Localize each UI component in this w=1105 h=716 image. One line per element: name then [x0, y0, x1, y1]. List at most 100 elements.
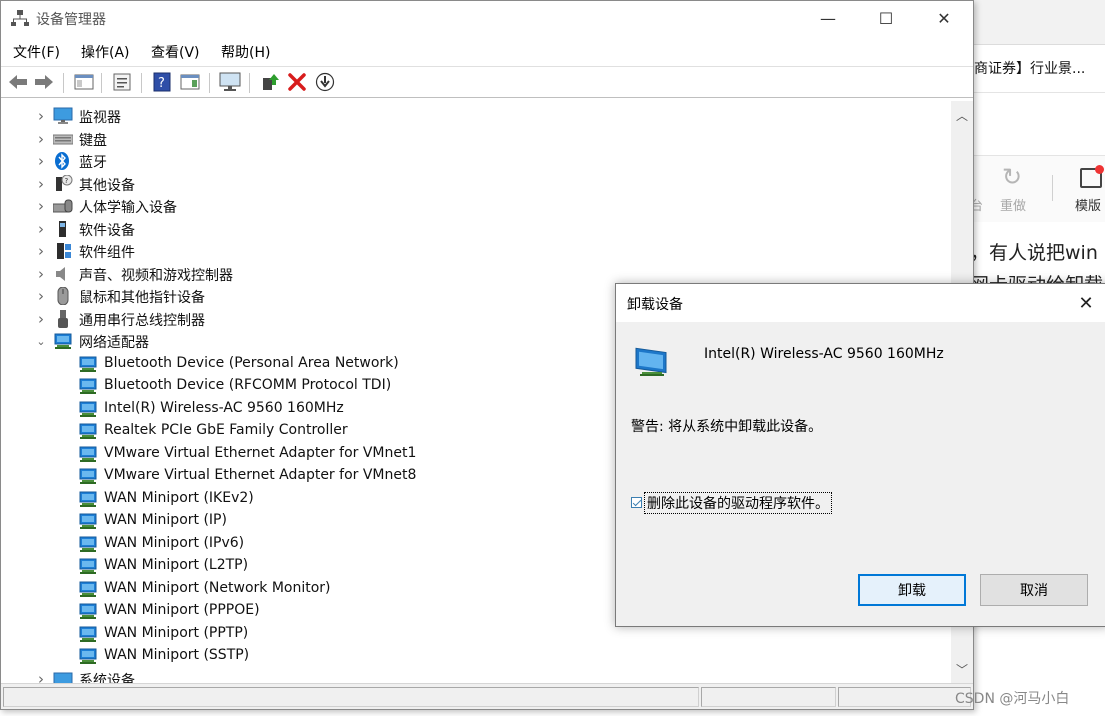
dialog-body: Intel(R) Wireless-AC 9560 160MHz 警告: 将从系… — [616, 322, 1105, 626]
tree-item-label: 网络适配器 — [79, 335, 149, 351]
network-adapter-icon — [78, 602, 98, 620]
tree-item-label: 蓝牙 — [79, 155, 107, 171]
notification-badge — [1095, 165, 1104, 174]
delete-driver-checkbox-label[interactable]: 删除此设备的驱动程序软件。 — [644, 492, 832, 514]
network-adapter-icon — [78, 355, 98, 373]
tree-item-label: 人体学输入设备 — [79, 200, 177, 216]
chevron-right-icon[interactable]: › — [35, 195, 47, 217]
tree-item-label: 鼠标和其他指针设备 — [79, 290, 205, 306]
keyboard-icon — [52, 130, 74, 148]
menu-help[interactable]: 帮助(H) — [221, 42, 270, 62]
toolbar-separator — [209, 73, 210, 93]
back-icon[interactable] — [7, 71, 29, 93]
toolbar-separator — [141, 73, 142, 93]
svg-text:?: ? — [65, 177, 69, 185]
speaker-icon — [53, 265, 73, 283]
monitor-icon[interactable] — [219, 71, 241, 93]
network-adapter-icon — [78, 557, 98, 575]
tree-device-item[interactable]: WAN Miniport (SSTP) — [3, 645, 943, 667]
tree-category-item[interactable]: › 声音、视频和游戏控制器 — [3, 263, 943, 285]
tree-item-label: 声音、视频和游戏控制器 — [79, 267, 233, 284]
network-adapter-icon — [78, 490, 98, 508]
tree-category-item[interactable]: › 监视器 — [3, 105, 943, 127]
svg-text:?: ? — [158, 76, 165, 91]
title-bar[interactable]: 设备管理器 — ☐ ✕ — [1, 1, 973, 35]
tree-category-item[interactable]: › 蓝牙 — [3, 150, 943, 172]
help-icon[interactable]: ? — [151, 71, 173, 93]
menu-file[interactable]: 文件(F) — [13, 42, 60, 62]
mouse-icon — [53, 286, 73, 306]
network-adapter-icon — [53, 332, 73, 350]
menu-view[interactable]: 查看(V) — [151, 42, 200, 62]
redo-icon[interactable]: ↻ — [1002, 163, 1022, 191]
chevron-right-icon[interactable]: › — [35, 173, 47, 195]
network-adapter-icon — [78, 535, 98, 553]
scroll-down-arrow-icon[interactable]: ﹀ — [956, 661, 968, 678]
browser-tab-title[interactable]: 商证券】行业景... — [974, 58, 1085, 78]
minimize-button[interactable]: — — [805, 1, 851, 35]
bluetooth-icon — [53, 152, 73, 170]
tree-category-item[interactable]: › 软件设备 — [3, 218, 943, 240]
action-pane-icon[interactable] — [179, 71, 201, 93]
chevron-right-icon[interactable]: › — [35, 668, 47, 684]
network-adapter-icon — [78, 445, 98, 463]
update-driver-icon[interactable] — [259, 71, 281, 93]
show-hide-console-tree-icon[interactable] — [73, 71, 95, 93]
tree-category-item[interactable]: › 系统设备 — [3, 668, 943, 684]
chevron-down-icon[interactable]: ⌄ — [35, 330, 47, 352]
network-adapter-icon — [78, 400, 98, 418]
toolbar-separator — [1052, 175, 1053, 201]
toolbar-separator — [63, 73, 64, 93]
chevron-right-icon[interactable]: › — [35, 128, 47, 150]
tree-item-label: WAN Miniport (PPTP) — [104, 624, 249, 641]
redo-button-label[interactable]: 重做 — [1000, 195, 1026, 214]
chevron-right-icon[interactable]: › — [35, 263, 47, 285]
status-cell — [701, 687, 836, 707]
divider — [970, 44, 1105, 45]
chevron-right-icon[interactable]: › — [35, 285, 47, 307]
tree-category-item[interactable]: › 键盘 — [3, 128, 943, 150]
monitor-icon — [53, 107, 73, 125]
status-cell — [3, 687, 699, 707]
tree-item-label: WAN Miniport (IPv6) — [104, 534, 245, 551]
properties-icon[interactable] — [111, 71, 133, 93]
close-button[interactable]: ✕ — [921, 1, 967, 35]
software-device-icon — [53, 220, 73, 238]
device-manager-app-icon — [11, 10, 29, 26]
delete-driver-checkbox[interactable] — [631, 497, 642, 508]
close-icon[interactable]: ✕ — [1066, 288, 1105, 318]
window-title: 设备管理器 — [36, 12, 106, 28]
network-adapter-icon — [635, 347, 667, 376]
tree-category-item[interactable]: ›? 其他设备 — [3, 173, 943, 195]
chevron-right-icon[interactable]: › — [35, 308, 47, 330]
browser-tab-strip — [970, 0, 1105, 44]
network-adapter-icon — [78, 580, 98, 598]
template-button-label[interactable]: 模版 — [1075, 195, 1101, 214]
network-adapter-icon — [78, 377, 98, 395]
dialog-title-bar[interactable]: 卸载设备 ✕ — [616, 284, 1105, 322]
tree-item-label: 软件设备 — [79, 222, 135, 239]
chevron-right-icon[interactable]: › — [35, 105, 47, 127]
cancel-button[interactable]: 取消 — [980, 574, 1088, 606]
download-icon[interactable] — [314, 71, 336, 93]
uninstall-device-dialog: 卸载设备 ✕ Intel(R) Wireless-AC 9560 160MHz … — [615, 283, 1105, 627]
network-adapter-icon — [78, 467, 98, 485]
tree-item-label: Bluetooth Device (Personal Area Network) — [104, 354, 399, 371]
forward-icon[interactable] — [33, 71, 55, 93]
tree-item-label: WAN Miniport (IKEv2) — [104, 489, 254, 506]
chevron-right-icon[interactable]: › — [35, 240, 47, 262]
tree-category-item[interactable]: › 人体学输入设备 — [3, 195, 943, 217]
maximize-button[interactable]: ☐ — [863, 1, 909, 35]
uninstall-button[interactable]: 卸载 — [858, 574, 966, 606]
device-name: Intel(R) Wireless-AC 9560 160MHz — [704, 346, 944, 362]
status-bar — [1, 683, 973, 709]
scroll-up-arrow-icon[interactable]: ︿ — [956, 107, 968, 124]
menu-bar: 文件(F) 操作(A) 查看(V) 帮助(H) — [1, 37, 973, 65]
tree-item-label: VMware Virtual Ethernet Adapter for VMne… — [104, 467, 417, 483]
tree-category-item[interactable]: › 软件组件 — [3, 240, 943, 262]
chevron-right-icon[interactable]: › — [35, 150, 47, 172]
menu-action[interactable]: 操作(A) — [81, 42, 130, 62]
uninstall-icon[interactable] — [286, 71, 308, 93]
unknown-device-icon: ? — [53, 174, 73, 193]
chevron-right-icon[interactable]: › — [35, 218, 47, 240]
